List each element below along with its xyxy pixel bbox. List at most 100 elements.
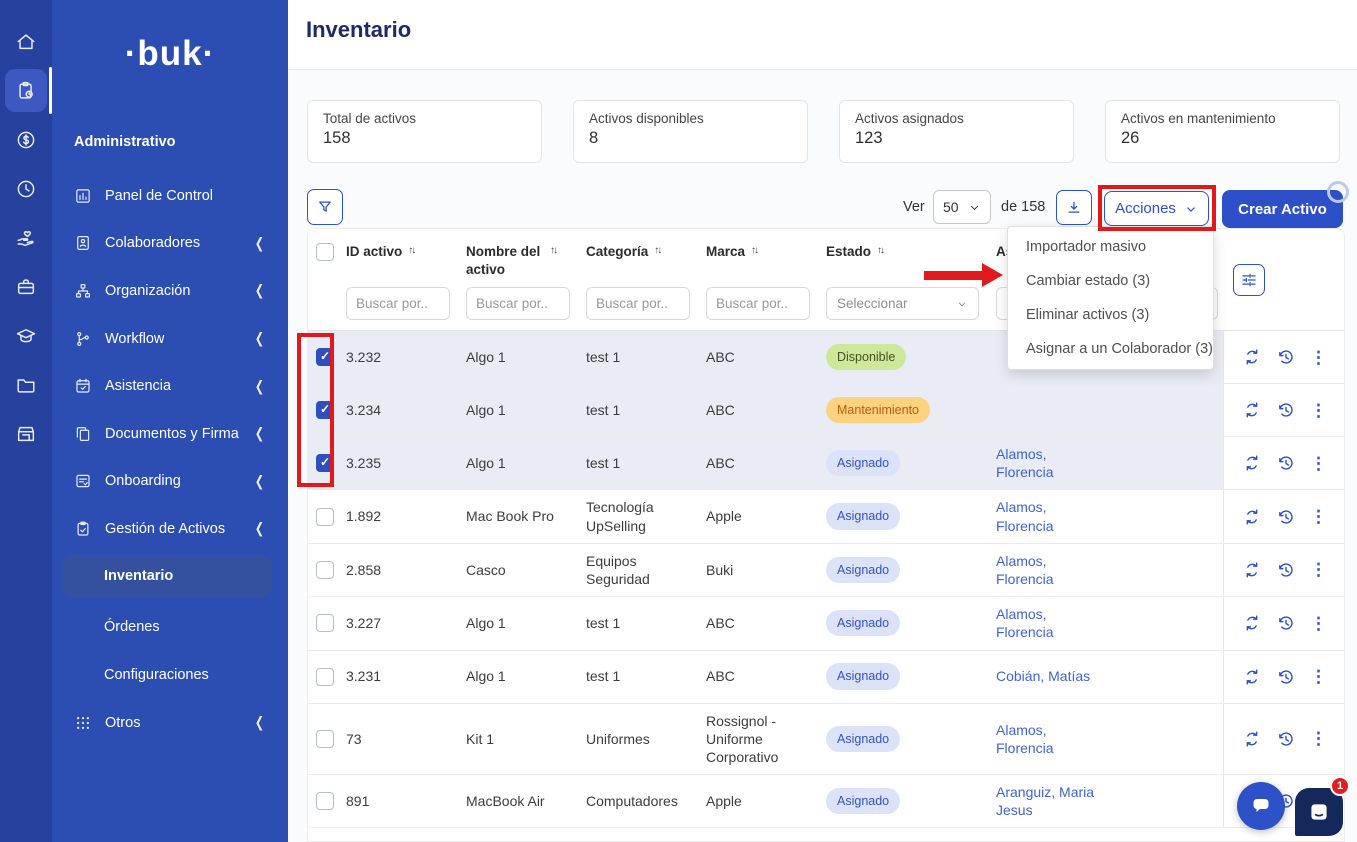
kebab-menu-icon[interactable]: ⋮ — [1310, 561, 1327, 578]
sort-icon[interactable]: ↑↓ — [550, 244, 556, 258]
sidebar-subitem-inventario[interactable]: Inventario — [62, 555, 272, 597]
sidebar-section-title: Administrativo — [74, 134, 176, 150]
filter-button[interactable] — [307, 189, 343, 225]
sort-icon[interactable]: ↑↓ — [751, 244, 757, 258]
menu-item-eliminar-activos[interactable]: Eliminar activos (3) — [1008, 298, 1213, 332]
menu-item-asignar-colaborador[interactable]: Asignar a un Colaborador (3) — [1008, 332, 1213, 366]
table-row: 3.227 Algo 1 test 1 ABC Asignado Alamos,… — [308, 597, 1344, 650]
search-categoria-input[interactable] — [586, 287, 690, 320]
rail-payments-button[interactable] — [0, 115, 52, 164]
kebab-menu-icon[interactable]: ⋮ — [1310, 730, 1327, 747]
sidebar-subitem-ordenes[interactable]: Órdenes — [52, 603, 288, 651]
chat-launcher-button[interactable] — [1237, 782, 1285, 830]
crear-activo-button[interactable]: Crear Activo — [1222, 190, 1343, 228]
row-checkbox[interactable] — [316, 348, 334, 366]
sidebar-subitem-configuraciones[interactable]: Configuraciones — [52, 651, 288, 699]
sync-icon[interactable] — [1242, 347, 1262, 367]
kebab-menu-icon[interactable]: ⋮ — [1310, 455, 1327, 472]
history-icon[interactable] — [1276, 560, 1296, 580]
sidebar-item-onboarding[interactable]: Onboarding ❮ — [52, 458, 288, 506]
row-checkbox[interactable] — [316, 730, 334, 748]
sidebar-item-panel-de-control[interactable]: Panel de Control — [52, 172, 288, 220]
assigned-collaborator-link[interactable]: Alamos, Florencia — [996, 721, 1096, 757]
rail-store-button[interactable] — [0, 409, 52, 458]
search-nombre-input[interactable] — [466, 287, 570, 320]
sync-icon[interactable] — [1242, 560, 1262, 580]
row-checkbox[interactable] — [316, 668, 334, 686]
search-id-input[interactable] — [346, 287, 450, 320]
row-checkbox[interactable] — [316, 401, 334, 419]
kebab-menu-icon[interactable]: ⋮ — [1310, 349, 1327, 366]
sort-icon[interactable]: ↑↓ — [654, 244, 660, 258]
sidebar-item-asistencia[interactable]: Asistencia ❮ — [52, 362, 288, 410]
sidebar-item-colaboradores[interactable]: Colaboradores ❮ — [52, 220, 288, 268]
rail-time-button[interactable] — [0, 164, 52, 213]
sidebar-item-gestion-de-activos[interactable]: Gestión de Activos ❮ — [52, 505, 288, 553]
row-checkbox[interactable] — [316, 508, 334, 526]
cell-id: 2.858 — [346, 544, 466, 596]
kebab-menu-icon[interactable]: ⋮ — [1310, 402, 1327, 419]
history-icon[interactable] — [1276, 400, 1296, 420]
sort-icon[interactable]: ↑↓ — [877, 244, 883, 258]
row-checkbox[interactable] — [316, 561, 334, 579]
row-checkbox[interactable] — [316, 614, 334, 632]
sidebar-item-documentos-y-firma[interactable]: Documentos y Firma ❮ — [52, 410, 288, 458]
status-badge: Asignado — [826, 610, 900, 636]
kebab-menu-icon[interactable]: ⋮ — [1310, 668, 1327, 685]
assigned-collaborator-link[interactable]: Alamos, Florencia — [996, 552, 1096, 588]
assigned-collaborator-link[interactable]: Alamos, Florencia — [996, 445, 1096, 481]
stat-card-disponibles: Activos disponibles 8 — [573, 100, 808, 163]
menu-item-cambiar-estado[interactable]: Cambiar estado (3) — [1008, 264, 1213, 298]
rail-education-button[interactable] — [0, 311, 52, 360]
rail-assets-button[interactable] — [0, 66, 52, 115]
menu-item-importador-masivo[interactable]: Importador masivo — [1008, 230, 1213, 264]
search-marca-input[interactable] — [706, 287, 810, 320]
download-button[interactable] — [1056, 190, 1092, 225]
history-icon[interactable] — [1276, 729, 1296, 749]
sort-icon[interactable]: ↑↓ — [408, 244, 414, 258]
rail-jobs-button[interactable] — [0, 262, 52, 311]
filter-funnel-icon — [316, 198, 334, 216]
sync-icon[interactable] — [1242, 507, 1262, 527]
sync-icon[interactable] — [1242, 400, 1262, 420]
column-header-estado[interactable]: Estado↑↓ — [826, 243, 996, 279]
chevron-left-icon: ❮ — [255, 521, 264, 538]
kebab-menu-icon[interactable]: ⋮ — [1310, 615, 1327, 632]
sidebar-item-workflow[interactable]: Workflow ❮ — [52, 315, 288, 363]
select-all-checkbox[interactable] — [316, 243, 334, 261]
column-settings-button[interactable] — [1233, 264, 1265, 296]
assigned-collaborator-link[interactable]: Aranguiz, Maria Jesus — [996, 783, 1096, 819]
history-icon[interactable] — [1276, 667, 1296, 687]
history-icon[interactable] — [1276, 507, 1296, 527]
column-header-categoria[interactable]: Categoría↑↓ — [586, 243, 706, 279]
column-header-nombre[interactable]: Nombre del activo↑↓ — [466, 243, 586, 279]
column-header-marca[interactable]: Marca↑↓ — [706, 243, 826, 279]
rail-files-button[interactable] — [0, 360, 52, 409]
kebab-menu-icon[interactable]: ⋮ — [1310, 508, 1327, 525]
row-actions: ⋮ — [1223, 331, 1345, 383]
assigned-collaborator-link[interactable]: Alamos, Florencia — [996, 498, 1096, 534]
assigned-collaborator-link[interactable]: Cobián, Matías — [996, 667, 1090, 685]
sync-icon[interactable] — [1242, 729, 1262, 749]
history-icon[interactable] — [1276, 613, 1296, 633]
column-header-id[interactable]: ID activo↑↓ — [346, 243, 466, 279]
row-checkbox[interactable] — [316, 792, 334, 810]
sync-icon[interactable] — [1242, 453, 1262, 473]
rail-home-button[interactable] — [0, 17, 52, 66]
row-checkbox[interactable] — [316, 454, 334, 472]
stat-cards: Total de activos 158 Activos disponibles… — [307, 100, 1340, 163]
status-badge: Mantenimiento — [826, 397, 930, 423]
sync-icon[interactable] — [1242, 667, 1262, 687]
sidebar-item-otros[interactable]: Otros ❮ — [52, 699, 288, 747]
rail-benefits-button[interactable] — [0, 213, 52, 262]
estado-select[interactable]: Seleccionar — [826, 287, 979, 320]
row-actions: ⋮ — [1223, 597, 1345, 649]
history-icon[interactable] — [1276, 347, 1296, 367]
assigned-collaborator-link[interactable]: Alamos, Florencia — [996, 605, 1096, 641]
sidebar-item-organizacion[interactable]: Organización ❮ — [52, 267, 288, 315]
status-badge: Asignado — [826, 788, 900, 814]
acciones-button[interactable]: Acciones — [1104, 191, 1209, 226]
history-icon[interactable] — [1276, 453, 1296, 473]
sync-icon[interactable] — [1242, 613, 1262, 633]
page-size-select[interactable]: 50 — [933, 190, 991, 224]
